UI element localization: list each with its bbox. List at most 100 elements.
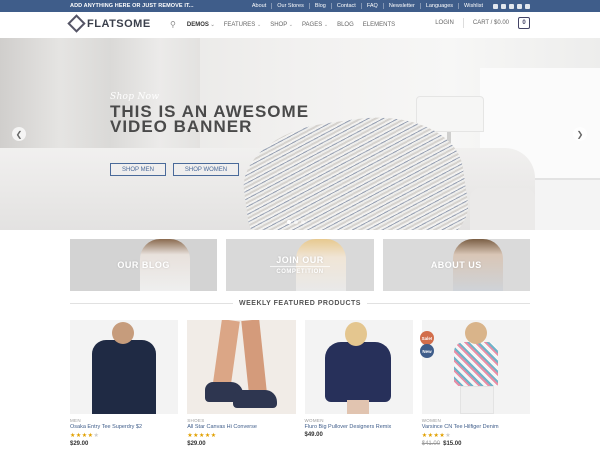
slider-dot[interactable] [287, 220, 291, 224]
product-price: $29.00 [70, 441, 89, 447]
top-link-contact[interactable]: Contact [330, 3, 361, 9]
product-image[interactable] [187, 320, 296, 414]
product-grid: MEN Osaka Entry Tee Superdry $2 ★★★★★ $2… [70, 320, 530, 447]
nav-elements[interactable]: ELEMENTS [363, 22, 395, 28]
product-category: WOMEN [304, 418, 324, 423]
banner-subtitle: COMPETITION [276, 269, 324, 275]
product-card[interactable]: WOMEN Varsince CN Tee Hilfiger Denim ★★★… [421, 320, 530, 447]
banner-label: JOIN OUR COMPETITION [226, 239, 373, 291]
slider-next-icon[interactable]: ❯ [573, 127, 587, 141]
banner-title: JOIN OUR [276, 255, 324, 265]
sneaker-image [233, 390, 278, 408]
featured-heading: WEEKLY FEATURED PRODUCTS [70, 300, 530, 307]
nav-blog[interactable]: BLOG [337, 22, 354, 28]
banner-label: OUR BLOG [70, 239, 217, 291]
hero-title: THIS IS AN AWESOME VIDEO BANNER [110, 102, 310, 136]
sweater-image [324, 342, 391, 402]
legs-image [346, 400, 369, 414]
banner-title: ABOUT US [430, 260, 482, 270]
top-link-blog[interactable]: Blog [308, 3, 331, 9]
featured-title: WEEKLY FEATURED PRODUCTS [239, 300, 361, 307]
product-card[interactable]: MEN Osaka Entry Tee Superdry $2 ★★★★★ $2… [70, 320, 179, 447]
product-price: $49.00 [304, 432, 323, 438]
product-name[interactable]: Fluro Big Pullover Designers Remix [305, 424, 413, 430]
product-price: $29.00 [187, 441, 206, 447]
logo[interactable]: FLATSOME [67, 14, 151, 33]
nav-demos[interactable]: DEMOS ⌄ [187, 22, 215, 28]
top-link-faq[interactable]: FAQ [360, 3, 383, 9]
divider [70, 303, 234, 304]
chevron-down-icon: ⌄ [210, 21, 215, 28]
twitter-icon[interactable] [501, 3, 506, 9]
main-nav: ⚲ DEMOS ⌄ FEATURES ⌄ SHOP ⌄ PAGES ⌄ BLOG… [170, 20, 395, 29]
product-image[interactable] [304, 320, 413, 414]
banner-label: ABOUT US [383, 239, 530, 291]
legs-image [212, 320, 241, 391]
slider-dots [287, 220, 305, 224]
new-badge: New [420, 344, 434, 358]
divider [462, 18, 464, 28]
product-category: WOMEN [421, 418, 441, 423]
product-price: $41.00 $15.00 [421, 441, 462, 447]
product-card[interactable]: SHOES All Star Canvas Hi Converse ★★★★★ … [187, 320, 296, 447]
logo-icon [67, 14, 86, 33]
rating-stars: ★★★★★ [421, 433, 452, 439]
product-name[interactable]: All Star Canvas Hi Converse [187, 424, 295, 430]
product-name[interactable]: Osaka Entry Tee Superdry $2 [70, 424, 178, 430]
site-header: FLATSOME ⚲ DEMOS ⌄ FEATURES ⌄ SHOP ⌄ PAG… [0, 12, 600, 38]
hero-banner [0, 38, 600, 230]
top-bar: ADD ANYTHING HERE OR JUST REMOVE IT... A… [0, 0, 600, 12]
legs-image [241, 320, 267, 393]
banner-blog[interactable]: OUR BLOG [70, 239, 218, 291]
nav-features[interactable]: FEATURES ⌄ [224, 22, 261, 28]
hero-kicker: Shop Now [110, 92, 160, 102]
category-banners: OUR BLOG JOIN OUR COMPETITION ABOUT US [70, 239, 530, 291]
chevron-down-icon: ⌄ [323, 21, 329, 28]
product-card[interactable]: WOMEN Fluro Big Pullover Designers Remix… [304, 320, 413, 447]
top-link-our-stores[interactable]: Our Stores [271, 3, 309, 9]
cart-link[interactable]: CART / $0.00 [473, 20, 509, 26]
top-link-about[interactable]: About [247, 3, 271, 9]
search-icon[interactable]: ⚲ [170, 20, 176, 29]
banner-rule [269, 266, 330, 267]
top-links: About Our Stores Blog Contact FAQ Newsle… [247, 3, 530, 9]
model-head [344, 322, 367, 346]
slider-prev-icon[interactable]: ❮ [12, 127, 26, 141]
rating-stars: ★★★★★ [187, 433, 217, 439]
top-link-languages[interactable]: Languages [419, 3, 458, 9]
youtube-icon[interactable] [525, 3, 530, 9]
top-link-newsletter[interactable]: Newsletter [382, 3, 420, 9]
shop-men-button[interactable]: SHOP MEN [110, 163, 166, 176]
slider-dot[interactable] [294, 220, 298, 224]
email-icon[interactable] [517, 3, 522, 9]
slider-dot[interactable] [301, 220, 305, 224]
banner-title: OUR BLOG [117, 260, 170, 270]
sofa-arm [470, 188, 535, 230]
model-head [464, 322, 487, 344]
rating-stars: ★★★★★ [70, 433, 100, 439]
sale-badge: Sale! [420, 331, 434, 345]
shop-women-button[interactable]: SHOP WOMEN [173, 163, 239, 176]
instagram-icon[interactable] [509, 3, 514, 9]
product-name[interactable]: Varsince CN Tee Hilfiger Denim [422, 424, 530, 430]
legs-image [459, 386, 494, 414]
login-link[interactable]: LOGIN [435, 20, 454, 26]
product-category: MEN [70, 418, 81, 423]
product-image[interactable] [70, 320, 179, 414]
banner-about[interactable]: ABOUT US [382, 239, 530, 291]
tshirt-image [92, 340, 156, 414]
top-link-wishlist[interactable]: Wishlist [458, 3, 488, 9]
nav-shop[interactable]: SHOP ⌄ [270, 22, 293, 28]
product-category: SHOES [187, 418, 205, 423]
facebook-icon[interactable] [493, 3, 498, 9]
cart-count-badge[interactable]: 0 [518, 17, 530, 29]
nav-pages[interactable]: PAGES ⌄ [302, 22, 328, 28]
old-price: $41.00 [421, 441, 441, 447]
product-image[interactable] [421, 320, 530, 414]
banner-competition[interactable]: JOIN OUR COMPETITION [226, 239, 374, 291]
promo-text: ADD ANYTHING HERE OR JUST REMOVE IT... [70, 3, 194, 9]
chevron-down-icon: ⌄ [256, 21, 262, 28]
social-icons [488, 3, 530, 9]
account-nav: LOGIN CART / $0.00 0 [435, 17, 530, 29]
logo-text: FLATSOME [87, 17, 151, 30]
